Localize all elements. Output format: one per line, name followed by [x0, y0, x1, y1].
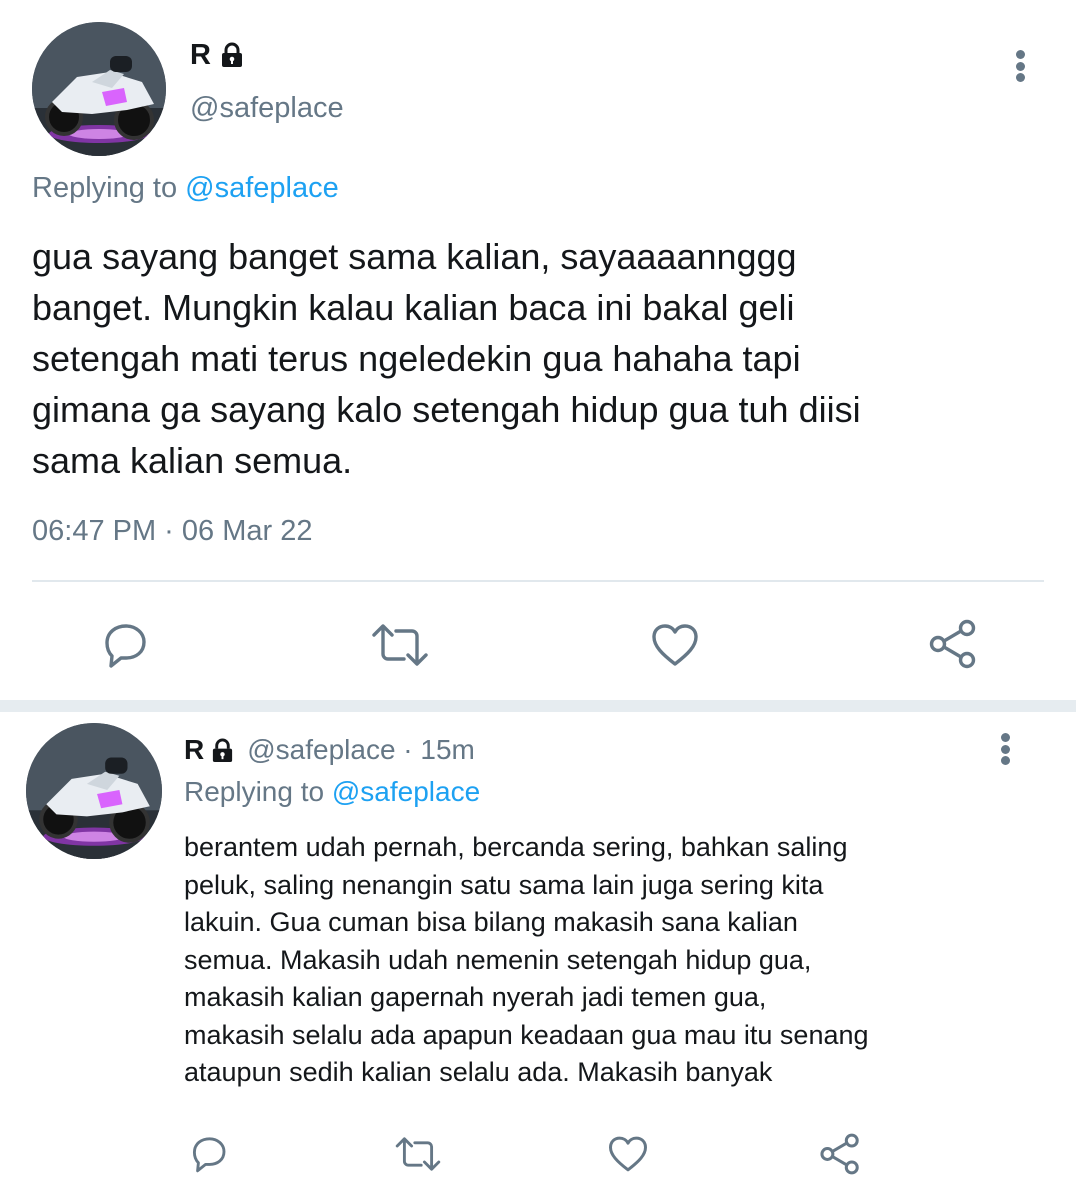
author-name[interactable]: R — [184, 734, 204, 766]
share-icon[interactable] — [819, 1133, 861, 1175]
more-vertical-icon[interactable] — [999, 733, 1011, 765]
tweet-text: gua sayang banget sama kalian, sayaaaann… — [32, 236, 861, 481]
author-handle[interactable]: @safeplace — [190, 92, 344, 125]
main-tweet-author[interactable]: R — [190, 38, 245, 72]
motorcycle-avatar-image — [26, 723, 162, 859]
reply-tweet-author[interactable]: R @safeplace · 15m — [184, 733, 475, 767]
share-icon[interactable] — [928, 619, 978, 669]
motorcycle-avatar-image — [32, 22, 166, 156]
author-handle-and-time[interactable]: @safeplace · 15m — [247, 734, 475, 766]
lock-icon — [210, 737, 235, 763]
more-vertical-icon[interactable] — [1014, 50, 1026, 82]
reply-tweet-text: berantem udah pernah, bercanda sering, b… — [184, 832, 869, 1087]
replying-to: Replying to @safeplace — [32, 172, 339, 205]
like-icon[interactable] — [607, 1134, 649, 1174]
replying-prefix: Replying to — [32, 172, 178, 204]
tweet-timestamp[interactable]: 06:47 PM · 06 Mar 22 — [32, 515, 312, 548]
author-name[interactable]: R — [190, 39, 211, 72]
main-tweet-avatar[interactable] — [32, 22, 166, 156]
reply-icon[interactable] — [188, 1134, 228, 1174]
replying-mention-link[interactable]: @safeplace — [332, 776, 480, 807]
replying-mention-link[interactable]: @safeplace — [185, 172, 339, 204]
lock-icon — [219, 42, 245, 68]
retweet-icon[interactable] — [370, 621, 430, 669]
replying-to: Replying to @safeplace — [184, 776, 480, 808]
reply-tweet-avatar[interactable] — [26, 723, 162, 859]
divider — [32, 580, 1044, 582]
thread-separator — [0, 700, 1076, 712]
reply-icon[interactable] — [99, 621, 149, 669]
replying-prefix: Replying to — [184, 776, 325, 807]
like-icon[interactable] — [650, 621, 700, 669]
retweet-icon[interactable] — [394, 1134, 442, 1174]
